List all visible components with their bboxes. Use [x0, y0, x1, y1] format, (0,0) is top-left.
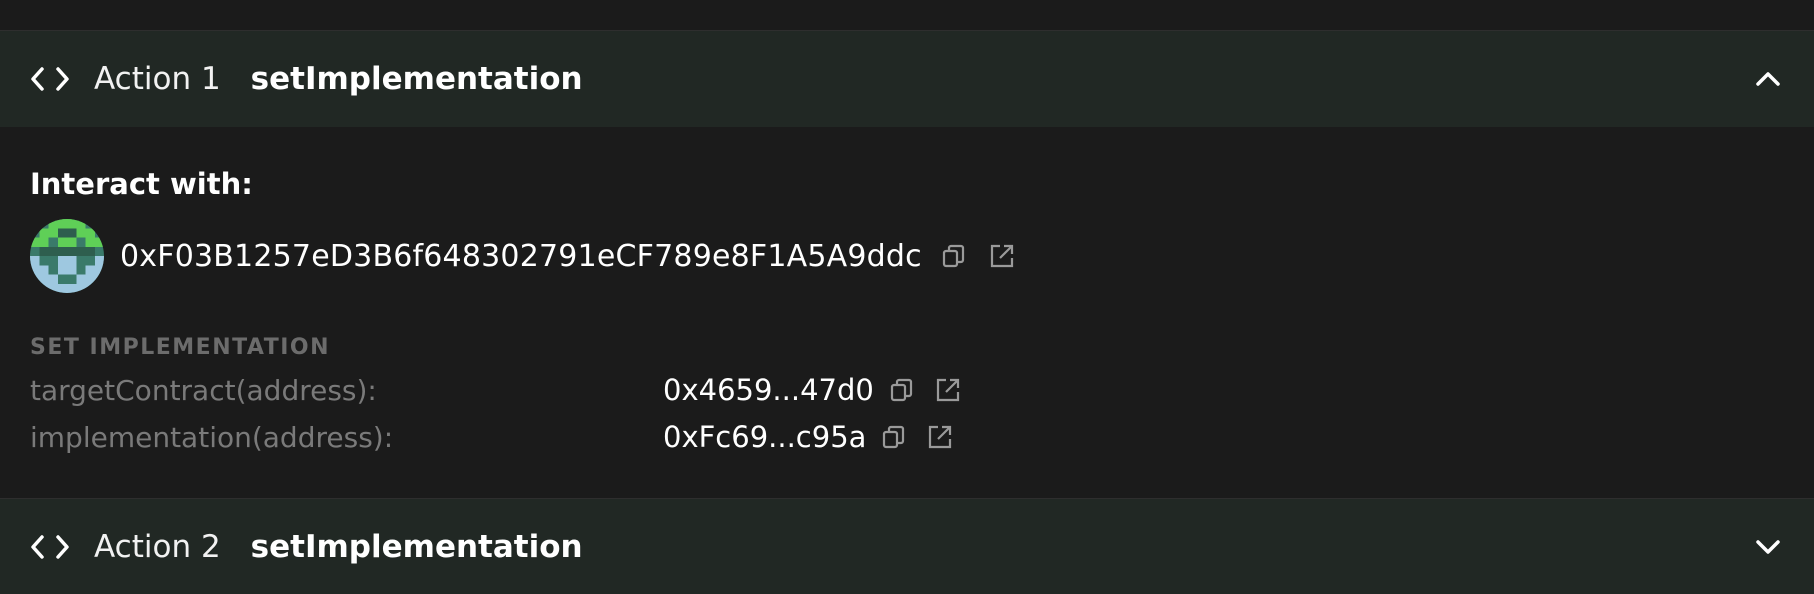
action-1-header[interactable]: Action 1 setImplementation	[0, 31, 1814, 127]
action-2-header[interactable]: Action 2 setImplementation	[0, 498, 1814, 594]
external-link-icon[interactable]	[926, 423, 954, 451]
action-method: setImplementation	[250, 528, 583, 565]
param-value: 0x4659...47d0	[663, 373, 874, 407]
interact-with-label: Interact with:	[30, 167, 253, 201]
section-title: SET IMPLEMENTATION	[30, 335, 331, 360]
chevron-up-icon[interactable]	[1752, 63, 1784, 95]
param-row: targetContract(address): 0x4659...47d0	[30, 370, 1030, 410]
top-strip	[0, 0, 1814, 31]
code-brackets-icon	[30, 532, 76, 562]
contract-address: 0xF03B1257eD3B6f648302791eCF789e8F1A5A9d…	[120, 238, 922, 274]
param-value: 0xFc69...c95a	[663, 420, 867, 454]
avatar	[30, 219, 104, 293]
param-row: implementation(address): 0xFc69...c95a	[30, 417, 1030, 457]
action-method: setImplementation	[250, 61, 583, 97]
chevron-down-icon[interactable]	[1752, 531, 1784, 563]
copy-icon[interactable]	[888, 376, 916, 404]
action-1-body: Interact with: 0xF03B1257eD3B6f648302791…	[0, 127, 1814, 497]
action-label: Action 1	[94, 61, 221, 97]
action-label: Action 2	[94, 528, 221, 565]
param-name: targetContract(address):	[30, 373, 377, 407]
external-link-icon[interactable]	[934, 376, 962, 404]
param-name: implementation(address):	[30, 420, 394, 454]
external-link-icon[interactable]	[988, 242, 1016, 270]
contract-row: 0xF03B1257eD3B6f648302791eCF789e8F1A5A9d…	[30, 219, 1016, 293]
code-brackets-icon	[30, 64, 76, 94]
copy-icon[interactable]	[940, 242, 968, 270]
copy-icon[interactable]	[880, 423, 908, 451]
